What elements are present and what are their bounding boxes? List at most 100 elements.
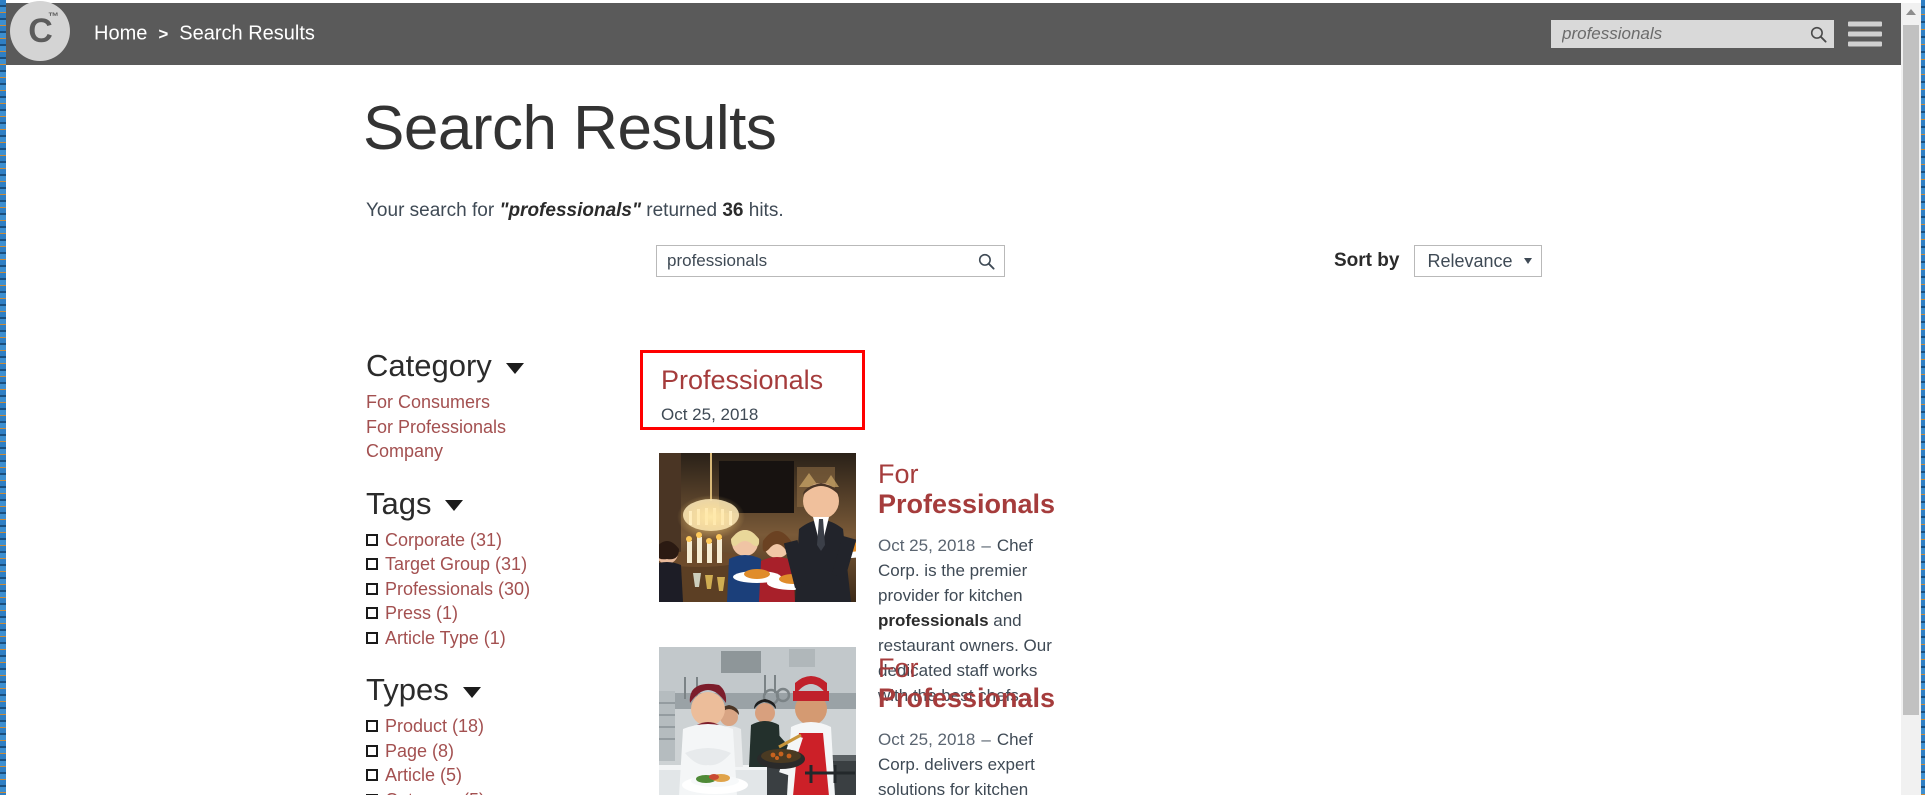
facet-tags-list: Corporate (31) Target Group (31) Profess… [366, 528, 606, 651]
left-viewport-edge [0, 0, 6, 795]
checkbox-icon[interactable] [366, 558, 378, 571]
chevron-down-icon[interactable] [445, 500, 464, 511]
list-item[interactable]: Press (1) [366, 601, 606, 626]
search-result-item: For Professionals Oct 25, 2018– Chef Corp… [659, 647, 1055, 795]
list-item[interactable]: Company [366, 439, 606, 464]
result-title[interactable]: For Professionals [878, 459, 1056, 519]
facet-option-label[interactable]: Corporate (31) [385, 528, 502, 553]
facet-types: Types Product (18) Page (8) Article (5) … [366, 672, 606, 795]
list-item[interactable]: Target Group (31) [366, 552, 606, 577]
sort-label: Sort by [1334, 250, 1400, 271]
snippet-match: professionals [878, 611, 989, 631]
list-item[interactable]: Page (8) [366, 739, 606, 764]
facet-title: Types [366, 672, 449, 707]
checkbox-icon[interactable] [366, 533, 378, 546]
result-date: Oct 25, 2018 [661, 405, 759, 425]
site-logo[interactable]: C ™ [10, 1, 70, 61]
hamburger-menu-icon[interactable] [1848, 21, 1882, 47]
checkbox-icon[interactable] [366, 720, 378, 733]
facet-option-label[interactable]: Product (18) [385, 714, 484, 739]
breadcrumb-current: Search Results [179, 22, 315, 45]
facet-category-list: For Consumers For Professionals Company [366, 390, 606, 464]
trademark-icon: ™ [48, 11, 59, 23]
chevron-down-icon [1524, 258, 1533, 264]
list-item[interactable]: Professionals (30) [366, 577, 606, 602]
browser-viewport: C ™ Home > Search Results Search Results… [0, 0, 1925, 795]
result-dash: – [981, 536, 991, 556]
facet-option-label[interactable]: Professionals (30) [385, 577, 530, 602]
header-search-box[interactable] [1551, 20, 1834, 48]
checkbox-icon[interactable] [366, 744, 378, 757]
facet-tags: Tags Corporate (31) Target Group (31) Pr… [366, 486, 606, 651]
page-scrollbar[interactable] [1901, 3, 1921, 795]
scroll-up-arrow-icon[interactable] [1901, 3, 1921, 21]
list-item[interactable]: Article Type (1) [366, 626, 606, 651]
facet-title: Tags [366, 485, 432, 521]
chevron-down-icon[interactable] [462, 686, 481, 698]
checkbox-icon[interactable] [366, 607, 378, 620]
facet-option-label[interactable]: Company [366, 439, 443, 464]
list-item[interactable]: For Consumers [366, 390, 606, 415]
result-title-prefix: For [878, 459, 919, 489]
scrollbar-thumb[interactable] [1903, 25, 1919, 715]
search-summary: Your search for "professionals" returned… [366, 200, 784, 222]
summary-middle: returned [641, 200, 723, 221]
facet-types-list: Product (18) Page (8) Article (5) Catego… [366, 714, 606, 795]
facet-category-header[interactable]: Category [366, 348, 606, 384]
sort-select[interactable]: Relevance [1414, 245, 1543, 277]
checkbox-icon[interactable] [366, 769, 378, 782]
chevron-down-icon[interactable] [505, 362, 524, 374]
list-item[interactable]: Product (18) [366, 714, 606, 739]
result-dash: – [981, 730, 991, 750]
results-search-input[interactable] [667, 251, 977, 271]
result-title-prefix: For [878, 653, 919, 683]
result-snippet: Oct 25, 2018– Chef Corp. delivers expert … [878, 727, 1055, 795]
checkbox-icon[interactable] [366, 631, 378, 644]
checkbox-icon[interactable] [366, 582, 378, 595]
list-item[interactable]: For Professionals [366, 415, 606, 440]
breadcrumb-separator-icon: > [158, 24, 169, 43]
sort-control: Sort by Relevance [1334, 245, 1543, 277]
list-item[interactable]: Category (5) [366, 788, 606, 795]
result-date: Oct 25, 2018 [878, 730, 976, 750]
page-content: Search Results Your search for "professi… [6, 65, 1882, 795]
restaurant-waiter-photo[interactable] [659, 453, 856, 602]
result-title-match: Professionals [878, 488, 1056, 519]
right-viewport-edge [1921, 0, 1925, 795]
summary-query: "professionals" [499, 200, 641, 221]
kitchen-chefs-photo[interactable] [659, 647, 856, 795]
facet-option-label[interactable]: Target Group (31) [385, 552, 527, 577]
facet-option-label[interactable]: Article Type (1) [385, 626, 506, 651]
facet-tags-header[interactable]: Tags [366, 486, 606, 522]
list-item[interactable]: Article (5) [366, 763, 606, 788]
result-date: Oct 25, 2018 [878, 536, 976, 556]
list-item[interactable]: Corporate (31) [366, 528, 606, 553]
site-header: C ™ Home > Search Results [6, 1, 1902, 65]
facet-option-label[interactable]: Page (8) [385, 739, 454, 764]
result-title-match: Professionals [878, 682, 1056, 713]
facet-option-label[interactable]: For Consumers [366, 390, 490, 415]
result-title[interactable]: For Professionals [878, 653, 1056, 713]
facet-category: Category For Consumers For Professionals… [366, 348, 606, 464]
search-icon[interactable] [977, 252, 996, 271]
sort-selected-value: Relevance [1427, 250, 1513, 271]
facet-option-label[interactable]: Press (1) [385, 601, 458, 626]
results-search-box[interactable] [656, 245, 1005, 277]
result-body: For Professionals Oct 25, 2018– Chef Corp… [878, 647, 1055, 795]
result-title[interactable]: Professionals [661, 366, 862, 395]
summary-hit-count: 36 [722, 200, 744, 221]
facet-option-label[interactable]: For Professionals [366, 415, 506, 440]
breadcrumb-home-link[interactable]: Home [94, 23, 147, 46]
header-search-input[interactable] [1562, 24, 1809, 44]
facet-option-label[interactable]: Article (5) [385, 763, 462, 788]
facet-option-label[interactable]: Category (5) [385, 788, 485, 795]
summary-prefix: Your search for [366, 200, 500, 221]
breadcrumb: Home > Search Results [94, 23, 315, 46]
facet-types-header[interactable]: Types [366, 672, 606, 708]
facet-sidebar: Category For Consumers For Professionals… [366, 348, 606, 795]
facet-title: Category [366, 348, 492, 383]
highlighted-result[interactable]: Professionals Oct 25, 2018 [640, 350, 865, 430]
search-icon[interactable] [1809, 25, 1828, 44]
summary-suffix: hits. [743, 200, 784, 221]
page-title: Search Results [363, 94, 777, 163]
